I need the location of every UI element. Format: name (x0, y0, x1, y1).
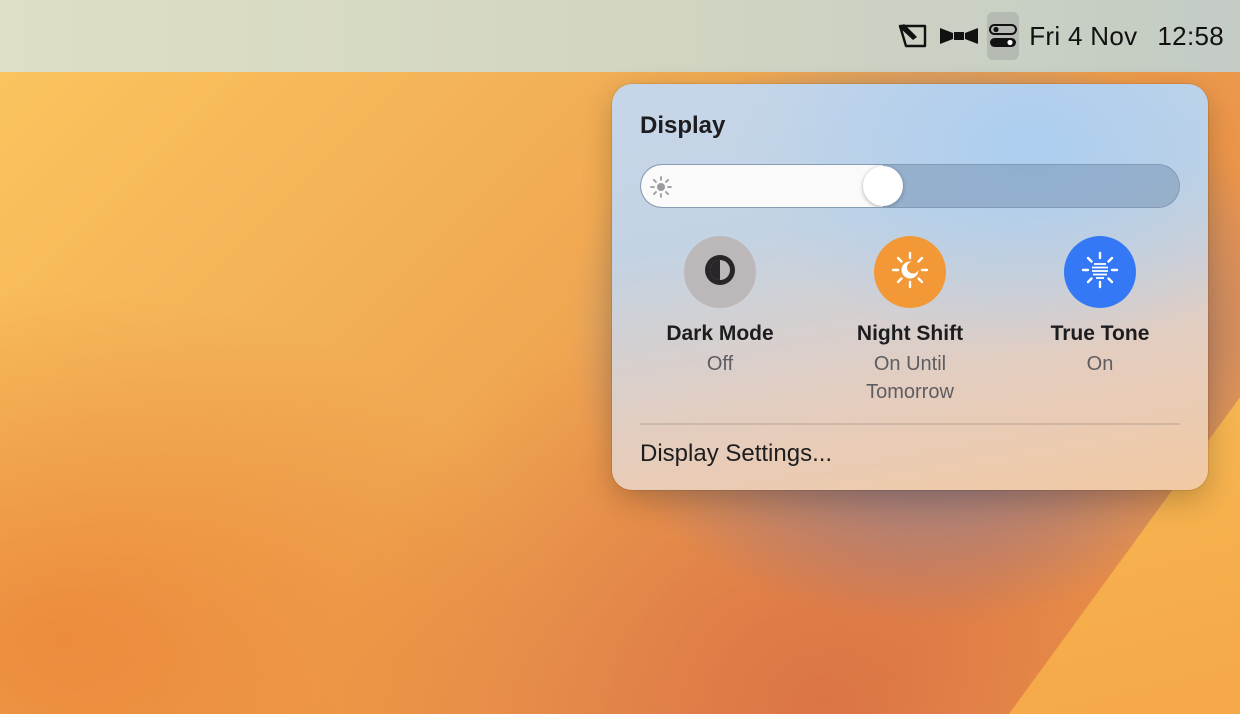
panel-divider (640, 423, 1180, 425)
dark-mode-button[interactable] (684, 236, 756, 308)
panel-title: Display (640, 112, 726, 139)
night-shift-label: Night Shift (856, 322, 964, 345)
brightness-fill (641, 165, 883, 207)
true-tone-tile[interactable]: True Tone On (1010, 236, 1190, 378)
night-shift-status: On Until Tomorrow (866, 353, 954, 403)
sun-icon (649, 175, 673, 204)
display-panel: Display Dark Mode Off Night Shift On Unt… (612, 84, 1208, 490)
true-tone-icon (1078, 248, 1122, 297)
night-shift-button[interactable] (874, 236, 946, 308)
dark-mode-icon (702, 252, 738, 293)
bowtie-icon[interactable] (939, 12, 979, 60)
dark-mode-tile[interactable]: Dark Mode Off (630, 236, 810, 378)
display-settings-link[interactable]: Display Settings... (640, 440, 832, 468)
true-tone-status: On (1086, 353, 1114, 375)
menu-bar: Fri 4 Nov 12:58 (0, 0, 1240, 72)
pen-window-icon[interactable] (897, 12, 931, 60)
menubar-time[interactable]: 12:58 (1157, 21, 1224, 52)
menubar-date[interactable]: Fri 4 Nov (1029, 21, 1137, 52)
brightness-knob[interactable] (863, 166, 903, 206)
dark-mode-status: Off (706, 353, 734, 375)
dark-mode-label: Dark Mode (666, 322, 774, 345)
night-shift-icon (888, 248, 932, 297)
night-shift-tile[interactable]: Night Shift On Until Tomorrow (820, 236, 1000, 406)
brightness-slider[interactable] (640, 164, 1180, 208)
true-tone-button[interactable] (1064, 236, 1136, 308)
control-center-icon[interactable] (987, 12, 1020, 60)
true-tone-label: True Tone (1050, 322, 1150, 345)
